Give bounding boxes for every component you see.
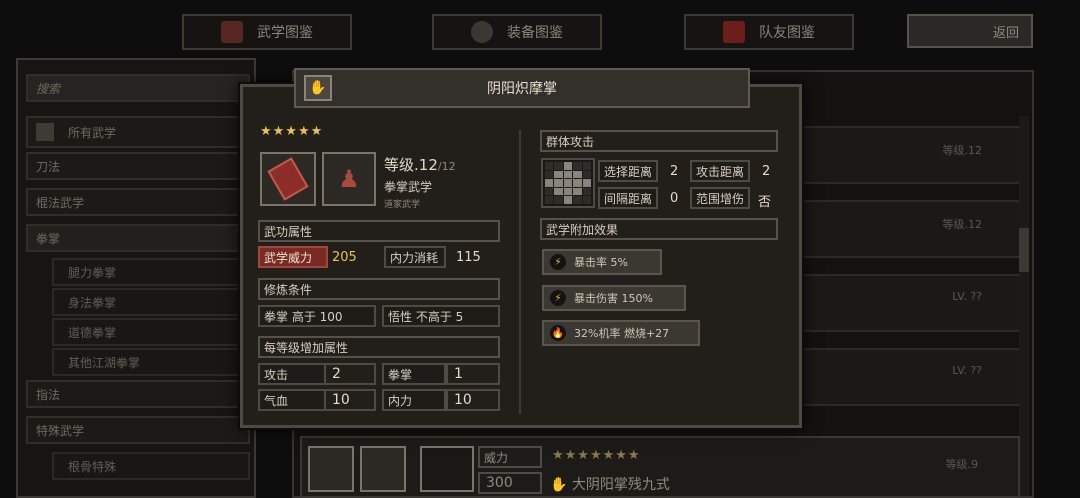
- star-rating: ★★★★★★★: [552, 448, 641, 463]
- sidebar-item-special[interactable]: 特殊武学: [26, 416, 250, 444]
- tab-martial-arts[interactable]: 武学图鉴: [182, 14, 352, 50]
- growth-label: 攻击: [258, 363, 326, 385]
- level-text: 等级.9: [945, 458, 979, 471]
- range-label: 攻击距离: [690, 160, 750, 182]
- power-label: 武学威力: [258, 246, 328, 268]
- requirement-header: 修炼条件: [258, 278, 500, 300]
- book-icon: [308, 446, 354, 492]
- sidebar-item-bone-special[interactable]: 根骨特殊: [52, 452, 250, 480]
- level-text: LV. ??: [952, 364, 982, 377]
- growth-header: 每等级增加属性: [258, 336, 500, 358]
- growth-label: 内力: [382, 389, 446, 411]
- sidebar-item-fist[interactable]: 拳掌: [26, 224, 250, 252]
- sidebar-item-label: 所有武学: [68, 125, 117, 140]
- sidebar-item-leg-fist[interactable]: 腿力拳掌: [52, 258, 250, 286]
- category-sidebar: 搜索 所有武学 刀法 棍法武学 拳掌 腿力拳掌 身法拳掌 道德拳掌 其他江湖拳掌…: [16, 58, 256, 498]
- level-text: 等级.12: [942, 144, 983, 157]
- skill-book-icon: [260, 152, 316, 206]
- skill-type: 拳掌武学: [384, 180, 433, 194]
- skill-school: 道家武学: [384, 200, 421, 210]
- sidebar-item-all[interactable]: 所有武学: [26, 116, 250, 148]
- effect-item: ⚡ 暴击伤害 150%: [542, 285, 686, 311]
- divider: [519, 130, 521, 414]
- tab-companions[interactable]: 队友图鉴: [684, 14, 854, 50]
- book-icon: [267, 157, 309, 201]
- skill-name: ✋ 大阴阳掌残九式: [550, 477, 670, 493]
- mp-value: 115: [456, 250, 481, 265]
- growth-label: 气血: [258, 389, 326, 411]
- scrollbar-track[interactable]: [1019, 116, 1029, 496]
- tab-equipment[interactable]: 装备图鉴: [432, 14, 602, 50]
- demon-mask-icon: [723, 21, 745, 43]
- level-display: 等级.12/12: [384, 156, 456, 174]
- scrollbar-thumb[interactable]: [1019, 228, 1029, 272]
- range-label: 间隔距离: [598, 187, 658, 209]
- back-button[interactable]: 返回: [907, 14, 1033, 48]
- tab-label: 装备图鉴: [507, 25, 563, 41]
- attack-range-grid: [541, 158, 595, 208]
- sidebar-item-finger[interactable]: 指法: [26, 380, 250, 408]
- level-text: 等级.12: [942, 218, 983, 231]
- power-label: 威力: [478, 446, 542, 468]
- range-value: 2: [670, 164, 679, 179]
- growth-value: 1: [446, 363, 500, 385]
- mp-label: 内力消耗: [384, 246, 446, 268]
- range-label: 范围增伤: [690, 187, 750, 209]
- dialog-title-bar: ✋ 阴阳炽摩掌: [294, 68, 750, 108]
- sidebar-item-moral-fist[interactable]: 道德拳掌: [52, 318, 250, 346]
- effect-item: 🔥 32%机率 燃烧+27: [542, 320, 700, 346]
- sidebar-item-other-fist[interactable]: 其他江湖拳掌: [52, 348, 250, 376]
- range-value: 2: [762, 164, 771, 179]
- fire-icon: 🔥: [550, 325, 566, 341]
- figure-icon: ♟: [322, 152, 376, 206]
- hand-icon: ✋: [304, 75, 332, 101]
- growth-value: 2: [324, 363, 376, 385]
- gear-icon: [471, 21, 493, 43]
- power-value: 205: [332, 250, 357, 265]
- growth-value: 10: [324, 389, 376, 411]
- monk-figure-icon: ♟: [338, 165, 360, 193]
- attr-header: 武功属性: [258, 220, 500, 242]
- range-value: 0: [670, 191, 679, 206]
- growth-value: 10: [446, 389, 500, 411]
- skill-name: 阴阳炽摩掌: [487, 81, 557, 97]
- power-value: 300: [478, 472, 542, 494]
- range-grid-icon: [420, 446, 474, 492]
- figure-icon: [360, 446, 406, 492]
- book-icon: [221, 21, 243, 43]
- sidebar-item-body-fist[interactable]: 身法拳掌: [52, 288, 250, 316]
- sidebar-item-blade[interactable]: 刀法: [26, 152, 250, 180]
- sidebar-item-staff[interactable]: 棍法武学: [26, 188, 250, 216]
- hand-icon: ✋: [550, 477, 568, 493]
- lightning-icon: ⚡: [550, 254, 566, 270]
- star-rating: ★★★★★: [260, 124, 324, 139]
- tab-label: 武学图鉴: [257, 25, 313, 41]
- target-header: 群体攻击: [540, 130, 778, 152]
- effect-item: ⚡ 暴击率 5%: [542, 249, 662, 275]
- effects-header: 武学附加效果: [540, 218, 778, 240]
- tab-label: 队友图鉴: [759, 25, 815, 41]
- growth-label: 拳掌: [382, 363, 446, 385]
- search-field[interactable]: 搜索: [26, 74, 250, 102]
- lightning-icon: ⚡: [550, 290, 566, 306]
- requirement-item: 悟性 不高于 5: [382, 305, 500, 327]
- requirement-item: 拳掌 高于 100: [258, 305, 376, 327]
- list-item[interactable]: 威力 300 ★★★★★★★ ✋ 大阴阳掌残九式 等级.9: [300, 436, 1020, 498]
- level-text: LV. ??: [952, 290, 982, 303]
- range-value: 否: [758, 195, 772, 210]
- range-label: 选择距离: [598, 160, 658, 182]
- book-icon: [36, 123, 54, 141]
